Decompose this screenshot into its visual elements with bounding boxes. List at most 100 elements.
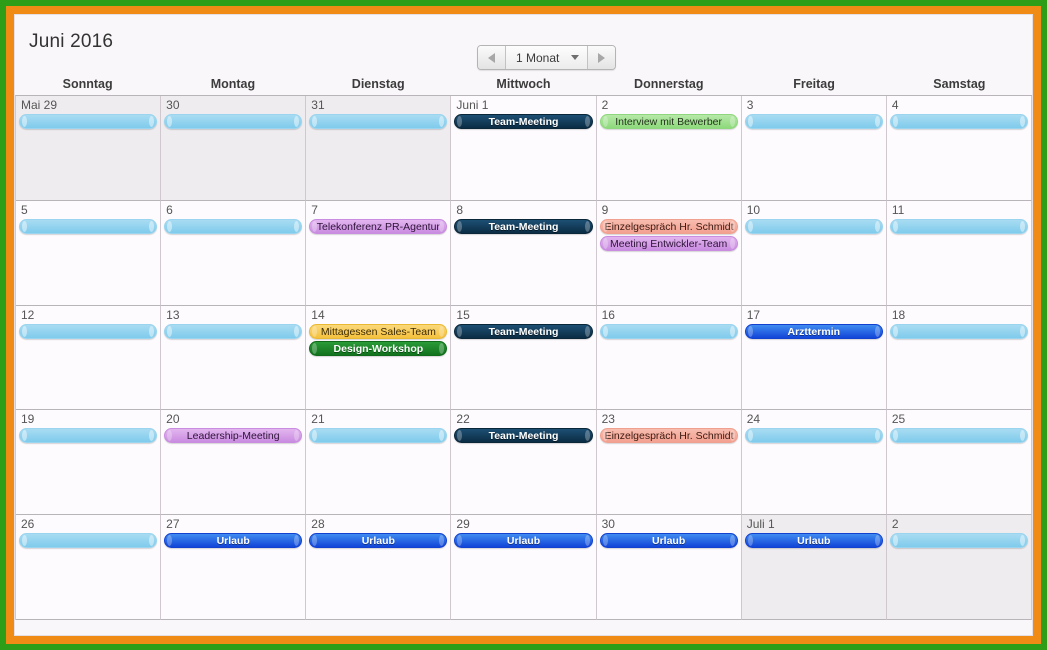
day-cell[interactable]: 28 Urlaub [306,515,452,620]
calendar-event-placeholder[interactable] [744,218,883,234]
day-number: Mai 29 [21,98,58,112]
day-cell[interactable]: 8 Team-Meeting [451,200,597,306]
calendar-event-placeholder[interactable] [19,533,158,549]
calendar-event[interactable]: Team-Meeting [454,428,593,444]
calendar-event[interactable]: Einzelgespräch Hr. Schmidt [599,428,738,444]
calendar-event[interactable]: Leadership-Meeting [164,428,303,444]
weekday-header-row: Sonntag Montag Dienstag Mittwoch Donnerstag F… [15,73,1032,95]
day-cell[interactable]: 6 [161,200,307,306]
decorative-inner-frame: Juni 2016 1 Monat Sonntag Montag Dienstag M… [6,6,1041,644]
day-cell[interactable]: 22 Team-Meeting [451,410,597,516]
day-cell[interactable]: 13 [161,305,307,411]
calendar-event-placeholder[interactable] [309,114,448,129]
weekday-header-samstag: Samstag [933,77,986,91]
day-cell[interactable]: 11 [886,200,1032,306]
day-cell[interactable]: 7 Telekonferenz PR-Agentur [306,200,452,306]
calendar-event[interactable]: Urlaub [454,533,593,549]
day-cell[interactable]: 16 [596,305,742,411]
day-cell[interactable]: 29 Urlaub [451,515,597,620]
day-cell[interactable]: 5 [16,200,162,306]
calendar-event[interactable]: Telekonferenz PR-Agentur [309,218,448,234]
day-cell[interactable]: 12 [16,305,162,411]
day-cell[interactable]: Mai 29 [16,96,162,201]
day-cell[interactable]: 14 Mittagessen Sales-Team Design-Workshop [306,305,452,411]
view-range-label: 1 Monat [516,50,560,65]
calendar-event[interactable]: Team-Meeting [454,218,593,234]
day-events: Einzelgespräch Hr. Schmidt Meeting Entwic… [599,218,739,251]
day-cell[interactable]: 20 Leadership-Meeting [161,410,307,516]
day-cell[interactable]: 10 [741,200,887,306]
day-number: 4 [891,98,899,112]
day-cell[interactable]: 2 Interview mit Bewerber [596,96,742,201]
calendar-event[interactable]: Arzttermin [744,323,883,339]
day-cell[interactable]: 17 Arzttermin [741,305,887,411]
day-cell[interactable]: 31 [306,96,452,201]
calendar-event-placeholder[interactable] [309,428,448,444]
calendar-event-placeholder[interactable] [19,428,158,444]
day-cell[interactable]: 25 [886,410,1032,516]
day-cell[interactable]: 2 [886,515,1032,620]
day-events [889,113,1029,129]
next-period-button[interactable] [587,46,616,69]
calendar-event-placeholder[interactable] [744,114,883,129]
calendar-event-placeholder[interactable] [164,218,303,234]
day-events [308,113,448,129]
calendar-event[interactable]: Design-Workshop [309,340,448,356]
day-cell[interactable]: 4 [886,96,1032,201]
day-events: Telekonferenz PR-Agentur [308,218,448,234]
day-number: 28 [311,517,325,532]
day-events [889,323,1029,339]
calendar-event[interactable]: Einzelgespräch Hr. Schmidt [599,218,738,234]
day-cell[interactable]: Juni 1 Team-Meeting [451,96,597,201]
day-cell[interactable]: 18 [886,305,1032,411]
calendar-event[interactable]: Urlaub [309,533,448,549]
day-cell[interactable]: 26 [16,515,162,620]
calendar-event-placeholder[interactable] [889,114,1028,129]
calendar-event-placeholder[interactable] [19,218,158,234]
calendar-event[interactable]: Meeting Entwickler-Team [599,235,738,251]
day-cell[interactable]: 24 [741,410,887,516]
calendar-event-placeholder[interactable] [164,114,303,129]
calendar-event-placeholder[interactable] [599,323,738,339]
day-events: Urlaub [453,532,593,549]
calendar-event[interactable]: Mittagessen Sales-Team [309,323,448,339]
previous-period-button[interactable] [478,46,506,69]
day-events [18,532,158,549]
calendar-event-placeholder[interactable] [19,323,158,339]
calendar-event[interactable]: Interview mit Bewerber [599,114,738,129]
calendar-event-placeholder[interactable] [889,218,1028,234]
calendar-event-placeholder[interactable] [744,428,883,444]
calendar-event-placeholder[interactable] [889,533,1028,549]
calendar-event-placeholder[interactable] [19,114,158,129]
weekday-header-mittwoch: Mittwoch [496,77,551,91]
day-cell[interactable]: 19 [16,410,162,516]
day-cell[interactable]: 30 Urlaub [596,515,742,620]
day-cell[interactable]: 27 Urlaub [161,515,307,620]
calendar-event-placeholder[interactable] [889,323,1028,339]
day-events [18,323,158,339]
triangle-left-icon [488,52,495,63]
calendar-event[interactable]: Urlaub [744,533,883,549]
day-cell[interactable]: 23 Einzelgespräch Hr. Schmidt [596,410,742,516]
calendar-event[interactable]: Team-Meeting [454,323,593,339]
calendar-event[interactable]: Urlaub [599,533,738,549]
day-events [889,218,1029,234]
calendar-event[interactable]: Team-Meeting [454,114,593,129]
day-number: 5 [21,202,28,217]
calendar-event[interactable]: Urlaub [164,533,303,549]
weekday-header-montag: Montag [210,77,256,91]
day-cell[interactable]: Juli 1 Urlaub [741,515,887,620]
calendar-event-placeholder[interactable] [164,323,303,339]
day-cell[interactable]: 15 Team-Meeting [451,305,597,411]
view-range-dropdown[interactable]: 1 Monat [506,46,588,69]
day-cell[interactable]: 3 [741,96,887,201]
day-cell[interactable]: 21 [306,410,452,516]
calendar-event-placeholder[interactable] [889,428,1028,444]
day-cell[interactable]: 9 Einzelgespräch Hr. Schmidt Meeting Entwi… [596,200,742,306]
day-cell[interactable]: 30 [161,96,307,201]
triangle-right-icon [598,52,606,63]
day-events: Urlaub [308,532,448,549]
day-events: Einzelgespräch Hr. Schmidt [599,427,739,444]
day-events: Mittagessen Sales-Team Design-Workshop [308,323,448,356]
day-events [18,113,158,129]
